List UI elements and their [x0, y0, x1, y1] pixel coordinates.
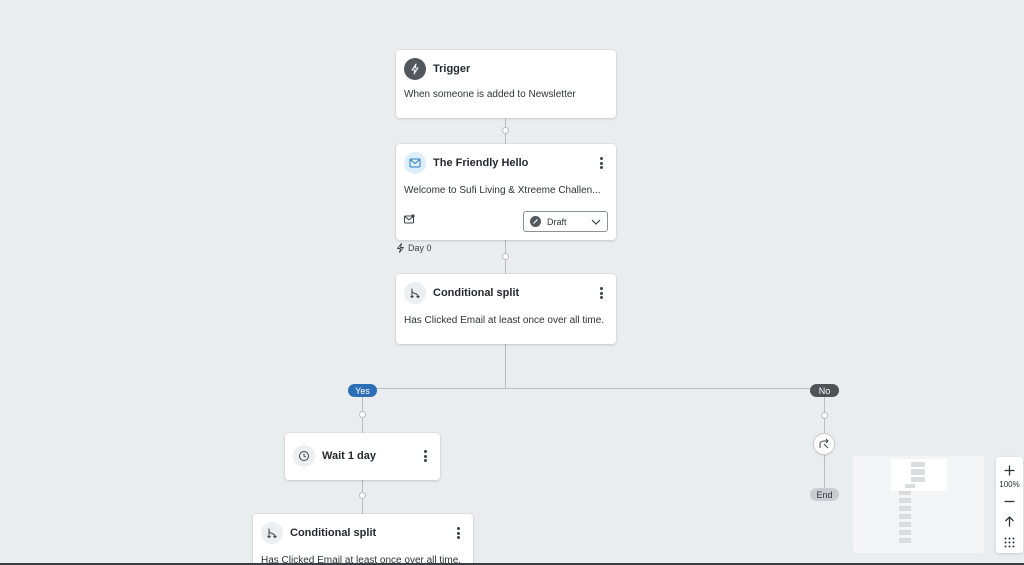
minimap-node — [911, 462, 925, 467]
lightning-small-icon — [397, 243, 404, 253]
minimap-node — [899, 498, 911, 503]
draft-icon — [530, 216, 541, 227]
minimap-node — [905, 484, 915, 488]
connector — [505, 344, 506, 388]
conditional-split-card[interactable]: Conditional split Has Clicked Email at l… — [253, 514, 473, 565]
connector-node[interactable] — [359, 411, 366, 418]
split-icon — [404, 282, 426, 304]
more-options-icon[interactable] — [451, 525, 465, 541]
minus-icon — [1004, 500, 1015, 502]
grid-toggle-button[interactable] — [996, 533, 1023, 551]
no-branch-badge: No — [810, 384, 839, 397]
zoom-controls: 100% — [996, 457, 1023, 553]
minimap-node — [911, 469, 925, 475]
end-badge: End — [810, 488, 839, 501]
more-options-icon[interactable] — [418, 448, 432, 464]
wait-step-card[interactable]: Wait 1 day — [285, 433, 440, 480]
delay-marker: Day 0 — [396, 243, 432, 253]
fit-to-top-button[interactable] — [996, 512, 1023, 530]
status-dropdown[interactable]: Draft — [523, 211, 608, 232]
conditional-split-card[interactable]: Conditional split Has Clicked Email at l… — [396, 274, 616, 344]
connector-node[interactable] — [502, 127, 509, 134]
chevron-down-icon — [591, 217, 601, 227]
add-step-button[interactable] — [813, 433, 835, 455]
more-options-icon[interactable] — [594, 155, 608, 171]
grid-dots-icon — [1004, 537, 1015, 547]
trigger-title: Trigger — [433, 63, 471, 75]
minimap[interactable] — [853, 456, 984, 553]
arrow-up-icon — [1005, 515, 1014, 526]
split-title: Conditional split — [290, 527, 377, 539]
delay-marker-label: Day 0 — [408, 243, 432, 253]
minimap-node — [911, 477, 925, 482]
email-type-icon — [404, 211, 415, 229]
clock-icon — [293, 445, 315, 467]
split-title: Conditional split — [433, 287, 520, 299]
zoom-out-button[interactable] — [996, 492, 1023, 510]
connector-node[interactable] — [821, 412, 828, 419]
minimap-node — [899, 514, 911, 519]
connector-node[interactable] — [359, 492, 366, 499]
trigger-description: When someone is added to Newsletter — [404, 89, 576, 100]
zoom-level: 100% — [999, 480, 1020, 489]
envelope-icon — [404, 152, 426, 174]
more-options-icon[interactable] — [594, 285, 608, 301]
minimap-node — [899, 530, 911, 535]
minimap-node — [899, 538, 911, 543]
yes-branch-badge: Yes — [348, 384, 377, 397]
lightning-icon — [404, 58, 426, 80]
flow-canvas[interactable]: Trigger When someone is added to Newslet… — [0, 0, 1024, 565]
minimap-node — [899, 491, 911, 495]
split-description: Has Clicked Email at least once over all… — [404, 315, 605, 326]
branch-connector — [362, 388, 825, 389]
status-value: Draft — [547, 216, 567, 227]
zoom-in-button[interactable] — [996, 461, 1023, 479]
plus-icon — [1004, 465, 1015, 475]
email-step-description: Welcome to Sufi Living & Xtreeme Challen… — [404, 185, 601, 196]
email-step-card[interactable]: The Friendly Hello Welcome to Sufi Livin… — [396, 144, 616, 240]
split-icon — [261, 522, 283, 544]
wait-step-title: Wait 1 day — [322, 450, 376, 462]
connector-node[interactable] — [502, 253, 509, 260]
minimap-node — [899, 522, 911, 527]
trigger-card[interactable]: Trigger When someone is added to Newslet… — [396, 50, 616, 118]
minimap-node — [899, 506, 911, 511]
email-step-title: The Friendly Hello — [433, 157, 529, 169]
split-add-icon — [819, 438, 829, 449]
